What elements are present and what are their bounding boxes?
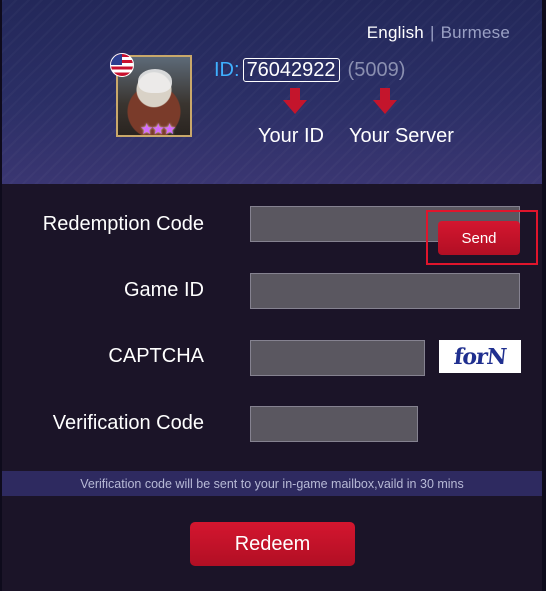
captcha-input[interactable] xyxy=(250,340,425,376)
player-id-value: 76042922 xyxy=(242,58,340,82)
language-burmese[interactable]: Burmese xyxy=(441,23,510,42)
your-id-caption: Your ID xyxy=(258,125,324,147)
verification-code-label: Verification Code xyxy=(52,412,204,434)
server-id-value: (5009) xyxy=(347,58,406,81)
arrow-down-icon xyxy=(283,88,307,118)
captcha-image[interactable]: forN xyxy=(439,340,521,373)
id-label: ID: xyxy=(214,58,240,81)
profile-header: English | Burmese ★★★ ID: 76042922 (5009) … xyxy=(2,0,542,184)
verification-notice: Verification code will be sent to your i… xyxy=(2,471,542,496)
verification-code-input[interactable] xyxy=(250,406,418,442)
arrow-down-icon xyxy=(373,88,397,118)
footer: Redeem xyxy=(2,496,542,591)
your-server-caption: Your Server xyxy=(349,125,454,147)
us-flag-icon xyxy=(110,53,134,77)
game-id-input[interactable] xyxy=(250,273,520,309)
captcha-label: CAPTCHA xyxy=(108,345,204,367)
language-switcher: English | Burmese xyxy=(367,23,510,43)
language-english[interactable]: English xyxy=(367,23,424,42)
language-separator: | xyxy=(429,23,435,42)
redeem-button[interactable]: Redeem xyxy=(190,522,355,566)
redemption-page: English | Burmese ★★★ ID: 76042922 (5009) … xyxy=(2,0,542,591)
game-id-label: Game ID xyxy=(123,279,204,301)
send-code-button[interactable]: Send xyxy=(438,221,520,255)
redemption-code-label: Redemption Code xyxy=(42,213,204,235)
captcha-text: forN xyxy=(452,343,508,370)
rank-stars-icon: ★★★ xyxy=(140,121,176,138)
player-id-row: ID: 76042922 (5009) xyxy=(214,57,405,83)
